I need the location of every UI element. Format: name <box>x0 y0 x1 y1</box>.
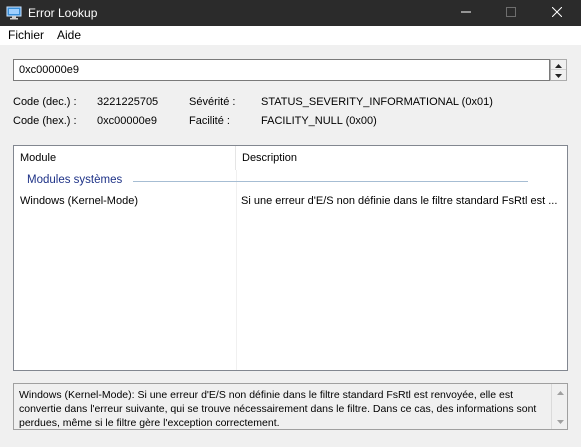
menu-item-fichier[interactable]: Fichier <box>8 28 44 42</box>
scroll-down-button[interactable] <box>552 413 568 429</box>
code-hex-value: 0xc00000e9 <box>97 115 157 127</box>
close-button[interactable] <box>535 0 579 26</box>
list-row-module[interactable]: Windows (Kernel-Mode) <box>20 195 230 207</box>
code-dec-value: 3221225705 <box>97 96 159 108</box>
facility-label: Facilité : <box>189 115 230 127</box>
error-code-input[interactable] <box>13 59 550 81</box>
module-list[interactable]: Module Description Modules systèmes Wind… <box>13 145 568 371</box>
title-bar: Error Lookup <box>0 0 581 26</box>
menu-bar: Fichier Aide <box>0 26 581 45</box>
column-divider <box>236 170 237 370</box>
window-title: Error Lookup <box>28 6 98 20</box>
facility-value: FACILITY_NULL (0x00) <box>261 115 377 127</box>
scroll-up-button[interactable] <box>552 384 568 400</box>
code-hex-label: Code (hex.) : <box>13 115 77 127</box>
monitor-icon <box>6 5 22 21</box>
group-divider <box>133 181 528 182</box>
code-spinner <box>550 59 567 81</box>
code-dec-label: Code (dec.) : <box>13 96 77 108</box>
spin-down-button[interactable] <box>551 70 566 80</box>
minimize-icon <box>461 7 471 20</box>
menu-item-aide[interactable]: Aide <box>57 28 81 42</box>
scroll-down-icon <box>556 415 564 427</box>
close-icon <box>551 6 563 20</box>
details-scrollbar[interactable] <box>551 384 567 429</box>
minimize-button[interactable] <box>444 0 488 26</box>
severity-label: Sévérité : <box>189 96 236 108</box>
severity-value: STATUS_SEVERITY_INFORMATIONAL (0x01) <box>261 96 493 108</box>
chevron-down-icon <box>555 69 562 81</box>
details-box[interactable]: Windows (Kernel-Mode): Si une erreur d'E… <box>13 383 568 430</box>
column-header-description[interactable]: Description <box>236 146 567 170</box>
column-header-module[interactable]: Module <box>14 146 236 170</box>
group-header-system-modules: Modules systèmes <box>27 174 123 186</box>
maximize-icon <box>506 6 516 20</box>
maximize-button[interactable] <box>489 0 533 26</box>
scroll-up-icon <box>556 386 564 398</box>
details-text: Windows (Kernel-Mode): Si une erreur d'E… <box>19 389 537 429</box>
list-row-description[interactable]: Si une erreur d'E/S non définie dans le … <box>241 195 559 207</box>
